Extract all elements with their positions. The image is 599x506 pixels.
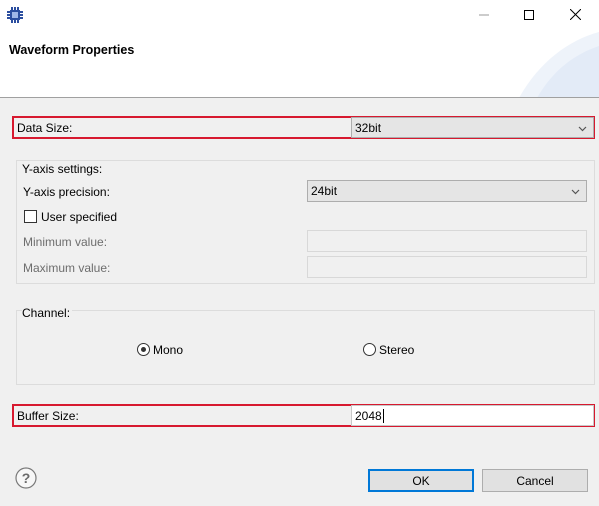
help-icon[interactable]: ? xyxy=(15,467,37,492)
dialog-title: Waveform Properties xyxy=(9,43,135,57)
mono-label[interactable]: Mono xyxy=(153,343,183,357)
channel-label: Channel: xyxy=(22,306,73,320)
stereo-label[interactable]: Stereo xyxy=(379,343,414,357)
data-size-select[interactable]: 32bit xyxy=(351,117,594,138)
buffer-size-label: Buffer Size: xyxy=(17,409,79,423)
data-size-value: 32bit xyxy=(355,120,382,135)
minimize-button[interactable] xyxy=(461,0,507,32)
svg-text:?: ? xyxy=(22,470,31,486)
cancel-button[interactable]: Cancel xyxy=(482,469,588,492)
minimum-value-input[interactable] xyxy=(307,230,587,252)
header-decoration xyxy=(519,32,599,97)
user-specified-label[interactable]: User specified xyxy=(41,210,117,224)
maximize-button[interactable] xyxy=(506,0,552,32)
data-size-label: Data Size: xyxy=(17,121,73,135)
y-axis-precision-select[interactable]: 24bit xyxy=(307,180,587,202)
dialog-header: Waveform Properties xyxy=(0,32,599,98)
minimize-icon xyxy=(479,9,489,23)
stereo-radio[interactable] xyxy=(363,343,376,356)
buffer-size-value: 2048 xyxy=(355,408,382,423)
y-axis-settings-label: Y-axis settings: xyxy=(22,162,103,176)
close-icon xyxy=(569,8,581,23)
maximize-icon xyxy=(524,9,534,23)
title-bar xyxy=(0,0,599,32)
mono-radio[interactable] xyxy=(137,343,150,356)
user-specified-checkbox[interactable] xyxy=(24,210,37,223)
chip-icon xyxy=(7,7,23,23)
maximum-value-input[interactable] xyxy=(307,256,587,278)
chevron-down-icon xyxy=(578,122,587,136)
maximum-value-label: Maximum value: xyxy=(23,261,111,275)
buffer-size-input[interactable]: 2048 xyxy=(351,405,594,426)
radio-selected-dot xyxy=(141,347,146,352)
text-cursor xyxy=(382,408,384,423)
y-axis-precision-value: 24bit xyxy=(311,184,338,198)
ok-button[interactable]: OK xyxy=(368,469,474,492)
channel-group xyxy=(16,310,595,385)
minimum-value-label: Minimum value: xyxy=(23,235,108,249)
y-axis-precision-label: Y-axis precision: xyxy=(23,185,110,199)
close-button[interactable] xyxy=(552,0,598,32)
chevron-down-icon xyxy=(571,185,580,199)
